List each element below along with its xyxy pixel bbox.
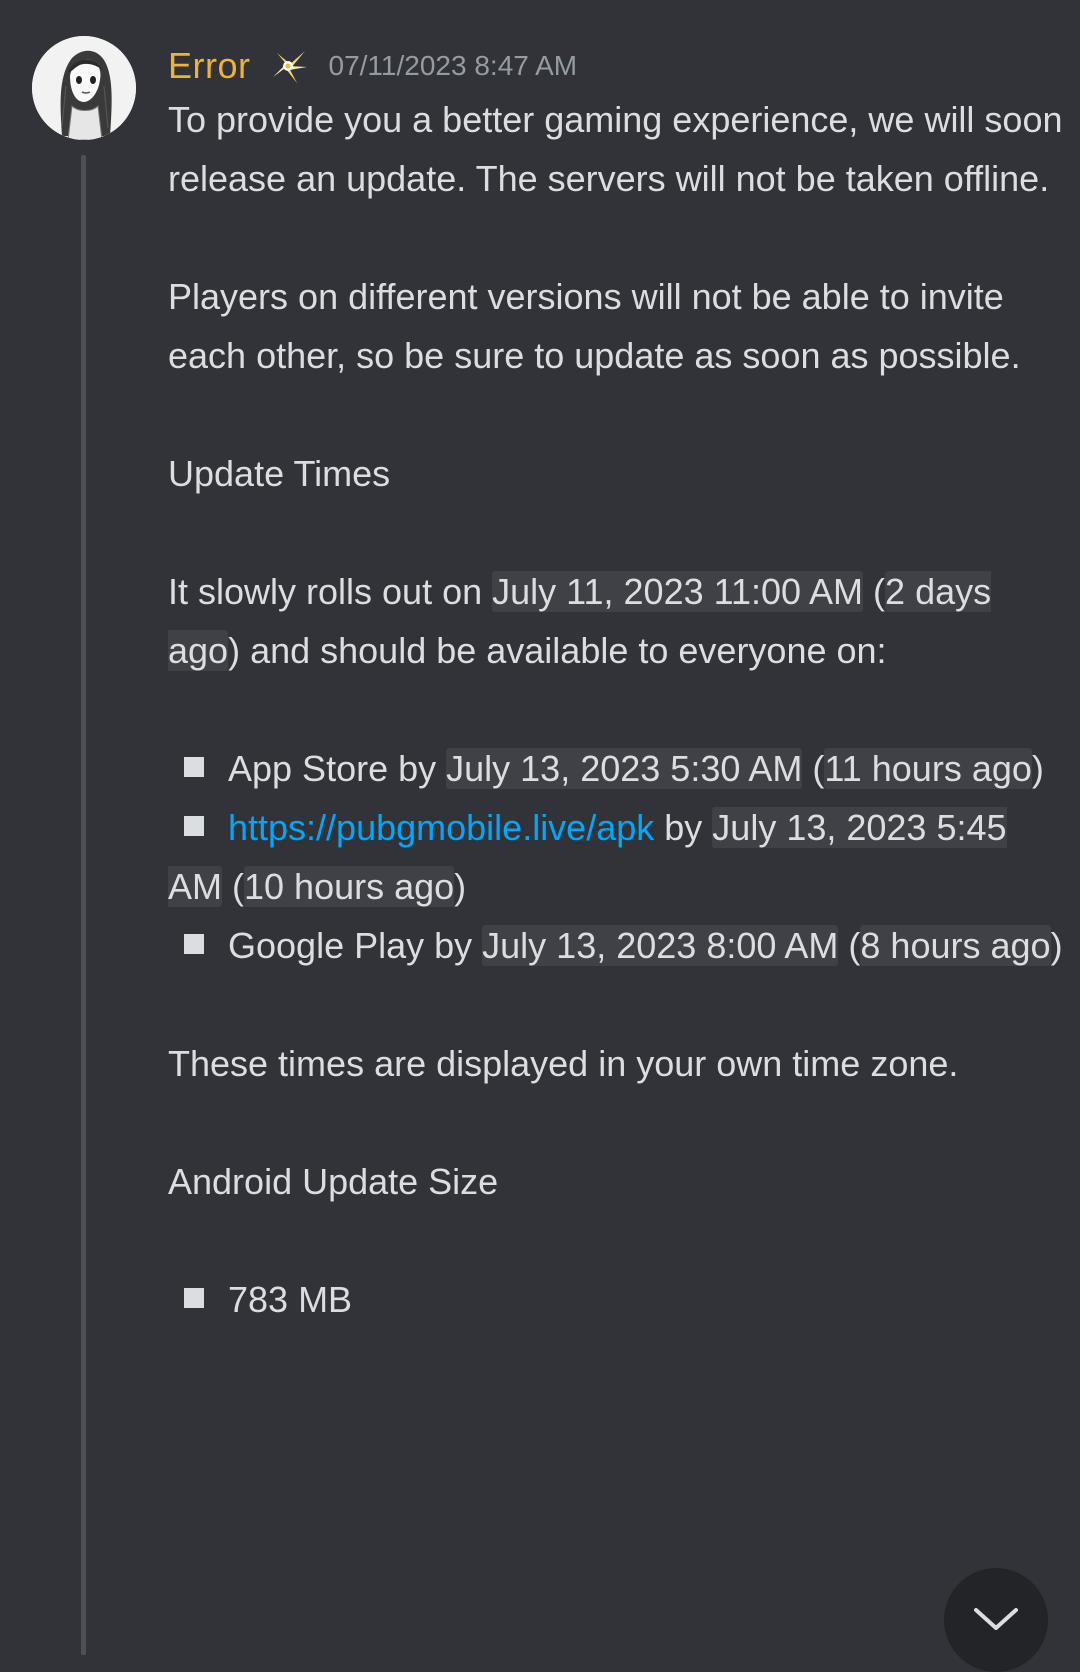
jump-to-bottom-button[interactable] xyxy=(944,1568,1048,1672)
thread-line xyxy=(81,155,86,1655)
store-label: App Store xyxy=(228,748,389,789)
chat-message: Error 07/11/2023 8:47 AM To provide you … xyxy=(0,0,1080,1672)
list-item: https://pubgmobile.live/apk by July 13, … xyxy=(168,798,1068,916)
list-item: App Store by July 13, 2023 5:30 AM (11 h… xyxy=(168,739,1068,798)
paren-open: ( xyxy=(838,925,861,966)
size-list: 783 MB xyxy=(168,1270,1068,1329)
bullet-icon xyxy=(184,934,204,954)
timestamp-pill[interactable]: July 13, 2023 5:30 AM xyxy=(446,748,803,789)
list-item: 783 MB xyxy=(168,1270,1068,1329)
anime-girl-avatar xyxy=(32,36,136,140)
chevron-down-icon xyxy=(974,1608,1018,1630)
timezone-note: These times are displayed in your own ti… xyxy=(168,1043,959,1084)
paragraph-intro: To provide you a better gaming experienc… xyxy=(168,99,1063,199)
relative-time-pill[interactable]: 8 hours ago xyxy=(860,925,1051,966)
author-name[interactable]: Error xyxy=(168,45,251,87)
timestamp-pill[interactable]: July 13, 2023 8:00 AM xyxy=(482,925,839,966)
bullet-icon xyxy=(184,1288,204,1308)
message-header: Error 07/11/2023 8:47 AM xyxy=(168,38,577,94)
by-text: by xyxy=(654,807,713,848)
paren-close: ) xyxy=(1050,925,1063,966)
paragraph-versions: Players on different versions will not b… xyxy=(168,276,1021,376)
paren-open: ( xyxy=(802,748,825,789)
sparkle-badge-icon xyxy=(267,45,309,87)
message-content: To provide you a better gaming experienc… xyxy=(168,90,1068,1329)
relative-time-pill[interactable]: 10 hours ago xyxy=(244,866,455,907)
list-item: Google Play by July 13, 2023 8:00 AM (8 … xyxy=(168,916,1068,975)
bullet-icon xyxy=(184,757,204,777)
relative-time-pill[interactable]: 11 hours ago xyxy=(824,748,1032,789)
update-times-heading: Update Times xyxy=(168,453,391,494)
rollout-suffix: ) and should be available to everyone on… xyxy=(228,630,887,671)
paren-open: ( xyxy=(222,866,244,907)
message-timestamp: 07/11/2023 8:47 AM xyxy=(328,50,578,81)
user-avatar[interactable] xyxy=(32,36,136,140)
store-list: App Store by July 13, 2023 5:30 AM (11 h… xyxy=(168,739,1068,975)
paren-close: ) xyxy=(454,866,467,907)
paren-open: ( xyxy=(863,571,886,612)
bullet-icon xyxy=(184,816,204,836)
timestamp-pill[interactable]: July 11, 2023 11:00 AM xyxy=(492,571,864,612)
by-text: by xyxy=(388,748,447,789)
rollout-prefix: It slowly rolls out on xyxy=(168,571,493,612)
apk-link[interactable]: https://pubgmobile.live/apk xyxy=(228,807,654,848)
rollout-paragraph: It slowly rolls out on July 11, 2023 11:… xyxy=(168,562,1068,680)
android-size-heading: Android Update Size xyxy=(168,1161,499,1202)
paren-close: ) xyxy=(1031,748,1044,789)
store-label: Google Play xyxy=(228,925,425,966)
by-text: by xyxy=(424,925,483,966)
size-value: 783 MB xyxy=(228,1279,353,1320)
